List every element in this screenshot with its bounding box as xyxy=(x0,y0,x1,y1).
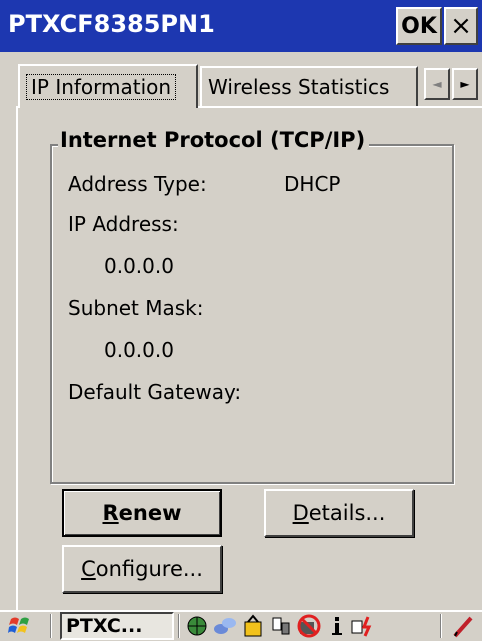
close-button[interactable]: × xyxy=(444,7,478,45)
configure-label: onfigure... xyxy=(95,557,203,581)
renew-button[interactable]: Renew xyxy=(62,489,222,537)
arrow-right-icon: ► xyxy=(460,77,470,91)
no-signal-icon[interactable] xyxy=(296,612,322,640)
subnet-mask-label: Subnet Mask: xyxy=(68,296,204,320)
ip-address-label: IP Address: xyxy=(68,212,179,236)
details-mnemonic: D xyxy=(292,501,309,525)
device-icon[interactable] xyxy=(268,612,294,640)
tab-ip-information[interactable]: IP Information xyxy=(18,64,198,108)
configure-mnemonic: C xyxy=(81,557,96,581)
ip-address-value: 0.0.0.0 xyxy=(104,254,174,278)
address-type-label: Address Type: xyxy=(68,172,207,196)
groupbox-title: Internet Protocol (TCP/IP) xyxy=(58,128,370,152)
tab-scroll-right-button[interactable]: ► xyxy=(452,68,478,100)
default-gateway-label: Default Gateway: xyxy=(68,380,242,404)
taskbar-task-button[interactable]: PTXC... xyxy=(60,612,174,640)
renew-mnemonic: R xyxy=(102,501,119,525)
tab-label: IP Information xyxy=(26,74,177,100)
tab-scroll-left-button[interactable]: ◄ xyxy=(424,68,450,100)
network-icon[interactable] xyxy=(184,612,210,640)
connectivity-icon[interactable] xyxy=(212,612,238,640)
renew-label: enew xyxy=(118,501,182,525)
details-label: etails... xyxy=(308,501,386,525)
window-title: PTXCF8385PN1 xyxy=(8,10,215,38)
address-type-value: DHCP xyxy=(284,172,341,196)
arrow-left-icon: ◄ xyxy=(432,77,442,91)
tab-label: Wireless Statistics xyxy=(208,75,390,99)
start-icon xyxy=(8,617,29,633)
pen-icon[interactable] xyxy=(450,612,476,640)
configure-button[interactable]: Configure... xyxy=(62,545,222,593)
details-button[interactable]: Details... xyxy=(264,489,414,537)
taskbar-separator xyxy=(178,614,180,638)
info-icon[interactable] xyxy=(324,612,350,640)
subnet-mask-value: 0.0.0.0 xyxy=(104,338,174,362)
taskbar-separator xyxy=(440,614,442,638)
power-icon[interactable] xyxy=(350,612,376,640)
tab-wireless-statistics[interactable]: Wireless Statistics xyxy=(200,66,418,106)
taskbar-separator xyxy=(50,614,52,638)
ok-button[interactable]: OK xyxy=(396,7,442,45)
start-button[interactable] xyxy=(4,612,38,640)
battery-icon[interactable] xyxy=(240,612,266,640)
